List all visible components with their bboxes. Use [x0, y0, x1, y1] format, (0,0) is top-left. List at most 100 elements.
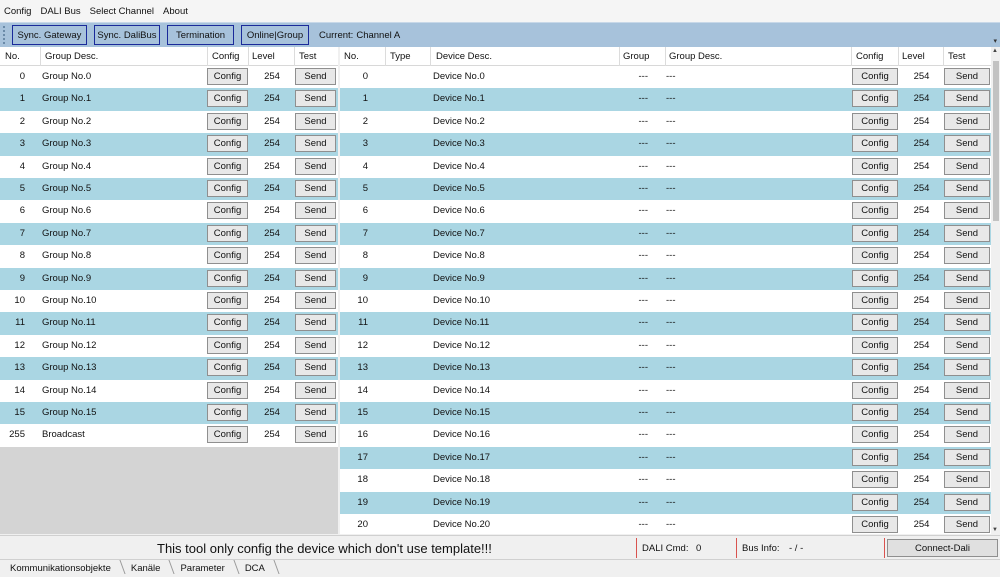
group-config-button[interactable]: Config — [207, 180, 248, 197]
group-row[interactable]: 12 Group No.12 Config 254 Send — [0, 334, 338, 358]
device-send-button[interactable]: Send — [944, 180, 990, 197]
group-row[interactable]: 8 Group No.8 Config 254 Send — [0, 245, 338, 268]
group-config-button[interactable]: Config — [207, 202, 248, 220]
device-row[interactable]: 19 Device No.19 --- --- Config 254 Send — [340, 491, 991, 514]
termination-button[interactable]: Termination — [167, 25, 234, 45]
group-row[interactable]: 15 Group No.15 Config 254 Send — [0, 402, 338, 425]
group-config-button[interactable]: Config — [207, 90, 248, 108]
device-send-button[interactable]: Send — [944, 224, 990, 242]
device-row[interactable]: 7 Device No.7 --- --- Config 254 Send — [340, 222, 991, 246]
device-row[interactable]: 16 Device No.16 --- --- Config 254 Send — [340, 424, 991, 447]
group-row[interactable]: 9 Group No.9 Config 254 Send — [0, 267, 338, 290]
device-row[interactable]: 10 Device No.10 --- --- Config 254 Send — [340, 290, 991, 313]
group-row[interactable]: 1 Group No.1 Config 254 Send — [0, 88, 338, 111]
group-row[interactable]: 5 Group No.5 Config 254 Send — [0, 178, 338, 201]
device-send-button[interactable]: Send — [944, 292, 990, 309]
device-row[interactable]: 18 Device No.18 --- --- Config 254 Send — [340, 469, 991, 492]
tab-dca[interactable]: DCA — [235, 563, 275, 574]
device-row[interactable]: 1 Device No.1 --- --- Config 254 Send — [340, 88, 991, 111]
group-config-button[interactable]: Config — [207, 135, 248, 153]
group-send-button[interactable]: Send — [295, 224, 336, 242]
device-send-button[interactable]: Send — [944, 381, 990, 399]
device-config-button[interactable]: Config — [852, 448, 898, 466]
device-config-button[interactable]: Config — [852, 314, 898, 332]
tab-kommunikationsobjekte[interactable]: Kommunikationsobjekte — [0, 563, 121, 574]
group-send-button[interactable]: Send — [295, 404, 336, 421]
device-send-button[interactable]: Send — [944, 112, 990, 130]
device-send-button[interactable]: Send — [944, 336, 990, 354]
group-row[interactable]: 4 Group No.4 Config 254 Send — [0, 155, 338, 178]
device-config-button[interactable]: Config — [852, 292, 898, 309]
device-config-button[interactable]: Config — [852, 426, 898, 444]
group-send-button[interactable]: Send — [295, 135, 336, 153]
group-row[interactable]: 14 Group No.14 Config 254 Send — [0, 379, 338, 402]
device-send-button[interactable]: Send — [944, 471, 990, 489]
device-config-button[interactable]: Config — [852, 224, 898, 242]
device-row[interactable]: 4 Device No.4 --- --- Config 254 Send — [340, 155, 991, 178]
toolbar-overflow-icon[interactable]: ▾ — [993, 37, 997, 45]
device-config-button[interactable]: Config — [852, 381, 898, 399]
device-config-button[interactable]: Config — [852, 404, 898, 421]
device-row[interactable]: 6 Device No.6 --- --- Config 254 Send — [340, 200, 991, 223]
group-config-button[interactable]: Config — [207, 247, 248, 265]
device-config-button[interactable]: Config — [852, 202, 898, 220]
device-config-button[interactable]: Config — [852, 112, 898, 130]
group-config-button[interactable]: Config — [207, 292, 248, 309]
device-row[interactable]: 14 Device No.14 --- --- Config 254 Send — [340, 379, 991, 402]
group-send-button[interactable]: Send — [295, 157, 336, 175]
scroll-up-icon[interactable]: ▲ — [992, 48, 998, 54]
group-config-button[interactable]: Config — [207, 359, 248, 377]
tab-parameter[interactable]: Parameter — [170, 563, 234, 574]
device-config-button[interactable]: Config — [852, 516, 898, 533]
device-row[interactable]: 13 Device No.13 --- --- Config 254 Send — [340, 357, 991, 380]
device-send-button[interactable]: Send — [944, 68, 990, 85]
group-config-button[interactable]: Config — [207, 381, 248, 399]
group-config-button[interactable]: Config — [207, 336, 248, 354]
group-config-button[interactable]: Config — [207, 157, 248, 175]
sync-gateway-button[interactable]: Sync. Gateway — [12, 25, 87, 45]
device-send-button[interactable]: Send — [944, 269, 990, 287]
sync-dalibus-button[interactable]: Sync. DaliBus — [94, 25, 160, 45]
group-send-button[interactable]: Send — [295, 68, 336, 85]
device-send-button[interactable]: Send — [944, 314, 990, 332]
tab-kanaele[interactable]: Kanäle — [121, 563, 171, 574]
device-config-button[interactable]: Config — [852, 269, 898, 287]
group-send-button[interactable]: Send — [295, 247, 336, 265]
connect-dali-button[interactable]: Connect-Dali — [887, 539, 998, 557]
device-config-button[interactable]: Config — [852, 336, 898, 354]
device-send-button[interactable]: Send — [944, 404, 990, 421]
group-config-button[interactable]: Config — [207, 426, 248, 444]
group-send-button[interactable]: Send — [295, 112, 336, 130]
online-group-button[interactable]: Online|Group — [241, 25, 309, 45]
group-send-button[interactable]: Send — [295, 381, 336, 399]
device-send-button[interactable]: Send — [944, 247, 990, 265]
device-row[interactable]: 2 Device No.2 --- --- Config 254 Send — [340, 110, 991, 134]
group-send-button[interactable]: Send — [295, 202, 336, 220]
device-config-button[interactable]: Config — [852, 493, 898, 511]
device-table-scrollbar[interactable]: ▲ ▼ — [991, 47, 1000, 534]
group-config-button[interactable]: Config — [207, 404, 248, 421]
device-send-button[interactable]: Send — [944, 135, 990, 153]
group-send-button[interactable]: Send — [295, 292, 336, 309]
group-config-button[interactable]: Config — [207, 269, 248, 287]
group-config-button[interactable]: Config — [207, 68, 248, 85]
device-config-button[interactable]: Config — [852, 157, 898, 175]
device-send-button[interactable]: Send — [944, 359, 990, 377]
group-row[interactable]: 10 Group No.10 Config 254 Send — [0, 290, 338, 313]
device-config-button[interactable]: Config — [852, 471, 898, 489]
device-send-button[interactable]: Send — [944, 426, 990, 444]
device-config-button[interactable]: Config — [852, 247, 898, 265]
group-send-button[interactable]: Send — [295, 90, 336, 108]
group-row[interactable]: 2 Group No.2 Config 254 Send — [0, 110, 338, 134]
group-row[interactable]: 0 Group No.0 Config 254 Send — [0, 66, 338, 89]
group-send-button[interactable]: Send — [295, 314, 336, 332]
group-row[interactable]: 11 Group No.11 Config 254 Send — [0, 312, 338, 335]
scroll-down-icon[interactable]: ▼ — [992, 527, 998, 533]
menu-about[interactable]: About — [163, 6, 188, 17]
group-config-button[interactable]: Config — [207, 314, 248, 332]
device-row[interactable]: 9 Device No.9 --- --- Config 254 Send — [340, 267, 991, 290]
device-send-button[interactable]: Send — [944, 516, 990, 533]
device-send-button[interactable]: Send — [944, 90, 990, 108]
group-config-button[interactable]: Config — [207, 112, 248, 130]
device-send-button[interactable]: Send — [944, 493, 990, 511]
